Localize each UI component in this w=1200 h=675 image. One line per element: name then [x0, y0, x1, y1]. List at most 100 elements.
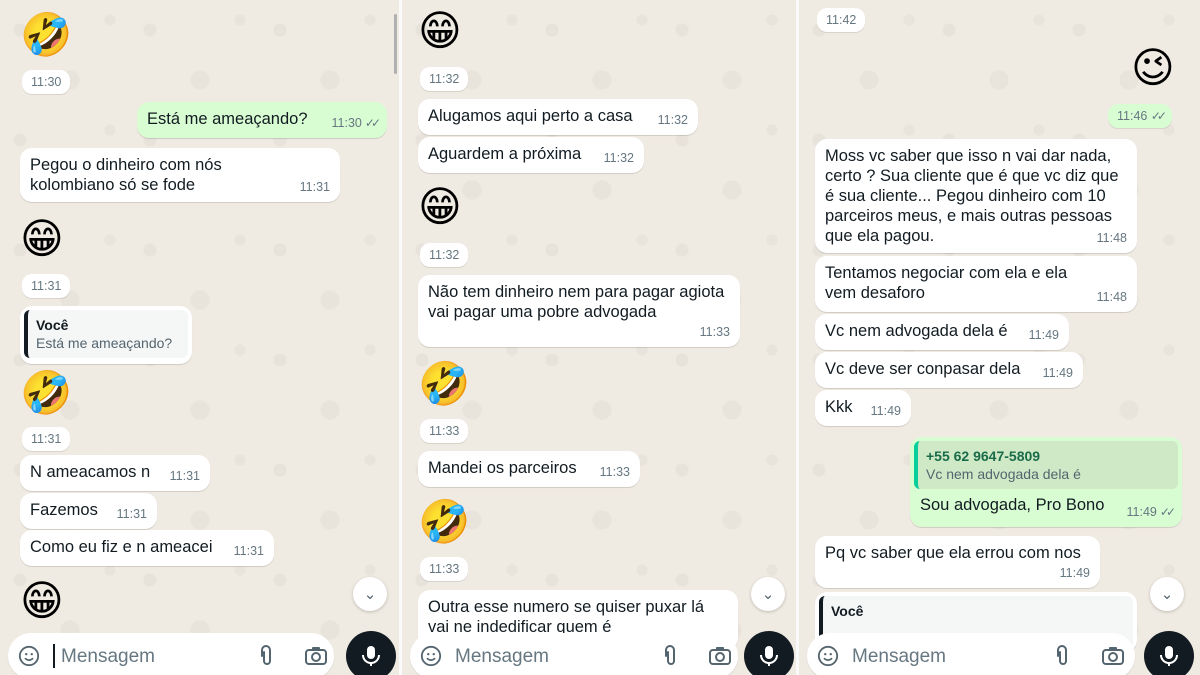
message-text: Mandei os parceiros [428, 459, 577, 477]
message-text: Kkk [825, 398, 853, 416]
message-text: Vc nem advogada dela é [825, 322, 1008, 340]
mic-icon [1160, 646, 1178, 666]
incoming-message[interactable]: Pegou o dinheiro com nós kolombiano só s… [20, 148, 340, 202]
incoming-message[interactable]: Tentamos negociar com ela e ela vem desa… [815, 256, 1137, 312]
message-text: Vc deve ser conpasar dela [825, 360, 1021, 378]
message-text: Outra esse numero se quiser puxar lá vai… [428, 598, 705, 636]
chevron-down-icon: ⌄ [363, 585, 377, 603]
mic-button[interactable] [744, 631, 794, 675]
message-time: 11:32 [657, 113, 688, 127]
chat-panel-1[interactable]: 🤣 11:30 Está me ameaçando? 11:30 ✓✓ Pegou… [0, 0, 399, 675]
message-time-text: 11:46 [1117, 109, 1148, 123]
grinning-emoji: 😁 [20, 214, 64, 263]
mic-button[interactable] [1144, 631, 1194, 675]
message-time: 11:30 [331, 116, 362, 130]
outgoing-reply-message[interactable]: +55 62 9647-5809 Vc nem advogada dela é … [910, 437, 1182, 527]
message-text: Fazemos [30, 501, 98, 519]
attach-icon[interactable] [254, 644, 278, 668]
incoming-message[interactable]: Aguardem a próxima 11:32 [418, 137, 644, 173]
message-time: 11:30 [22, 70, 71, 94]
message-time: 11:31 [116, 507, 147, 521]
camera-icon[interactable] [1101, 644, 1125, 668]
outgoing-message[interactable]: Está me ameaçando? 11:30 ✓✓ [137, 102, 387, 138]
camera-icon[interactable] [304, 644, 328, 668]
incoming-message[interactable]: Como eu fiz e n ameacei 11:31 [20, 530, 274, 566]
mic-icon [362, 646, 380, 666]
quote-text: Vc nem advogada dela é [926, 466, 1081, 482]
grinning-emoji: 😁 [418, 6, 462, 55]
message-time: 11:31 [299, 180, 330, 194]
message-composer[interactable]: Mensagem [807, 633, 1135, 675]
quote-text: Está me ameaçando? [36, 335, 173, 351]
message-text: Aguardem a próxima [428, 145, 582, 163]
chevron-down-icon: ⌄ [761, 585, 775, 603]
laughing-emoji: 🤣 [418, 497, 471, 546]
incoming-message[interactable]: Vc nem advogada dela é 11:49 [815, 314, 1069, 350]
attach-icon[interactable] [1050, 644, 1074, 668]
message-time: 11:49 [1059, 566, 1090, 580]
quote-author: Você [36, 317, 69, 333]
message-time: 11:32 [420, 67, 469, 91]
reply-quote-bubble[interactable]: Você Está me ameaçando? [20, 306, 192, 364]
mic-button[interactable] [346, 631, 396, 675]
message-text: Como eu fiz e n ameacei [30, 538, 213, 556]
text-cursor [53, 644, 55, 668]
message-time: 11:46 ✓✓ [1108, 104, 1172, 128]
incoming-message[interactable]: Fazemos 11:31 [20, 493, 157, 529]
quote-author: +55 62 9647-5809 [926, 448, 1041, 464]
chevron-down-icon: ⌄ [1160, 585, 1174, 603]
scroll-down-button[interactable]: ⌄ [1150, 577, 1184, 611]
message-text: Não tem dinheiro nem para pagar agiota v… [428, 283, 725, 321]
quote-author: Você [831, 603, 864, 619]
incoming-message[interactable]: Não tem dinheiro nem para pagar agiota v… [418, 275, 740, 347]
double-check-icon: ✓✓ [1150, 109, 1167, 123]
message-time: 11:31 [169, 469, 200, 483]
message-time: 11:49 [1028, 328, 1059, 342]
message-time: 11:31 [22, 274, 71, 298]
message-time: 11:31 [233, 544, 264, 558]
incoming-message[interactable]: Kkk 11:49 [815, 390, 911, 426]
message-time: 11:31 [22, 427, 71, 451]
message-input[interactable]: Mensagem [61, 646, 155, 668]
message-time: 11:48 [1096, 290, 1127, 304]
incoming-message[interactable]: Pq vc saber que ela errou com nos 11:49 [815, 536, 1100, 588]
message-composer[interactable]: Mensagem [8, 633, 334, 675]
sticker-icon[interactable] [18, 645, 40, 667]
scroll-down-button[interactable]: ⌄ [751, 577, 785, 611]
incoming-message[interactable]: Vc deve ser conpasar dela 11:49 [815, 352, 1083, 388]
message-text: Moss vc saber que isso n vai dar nada, c… [825, 147, 1119, 245]
quoted-message[interactable]: Você Está me ameaçando? [24, 310, 188, 358]
chat-panel-3[interactable]: 11:42 😉 11:46 ✓✓ Moss vc saber que isso … [799, 0, 1200, 675]
incoming-message[interactable]: Mandei os parceiros 11:33 [418, 451, 640, 487]
screenshot-collage: 🤣 11:30 Está me ameaçando? 11:30 ✓✓ Pegou… [0, 0, 1200, 675]
quoted-message[interactable]: +55 62 9647-5809 Vc nem advogada dela é [914, 441, 1178, 489]
incoming-message[interactable]: Moss vc saber que isso n vai dar nada, c… [815, 139, 1137, 253]
laughing-emoji: 🤣 [20, 368, 73, 417]
message-time: 11:32 [603, 151, 634, 165]
camera-icon[interactable] [708, 644, 732, 668]
message-text: Pegou o dinheiro com nós kolombiano só s… [30, 156, 222, 194]
incoming-message[interactable]: N ameacamos n 11:31 [20, 455, 210, 491]
message-time: 11:49 [1042, 366, 1073, 380]
message-time: 11:33 [699, 325, 730, 339]
sticker-icon[interactable] [817, 645, 839, 667]
message-composer[interactable]: Mensagem [410, 633, 738, 675]
message-time: 11:48 [1096, 231, 1127, 245]
message-input[interactable]: Mensagem [852, 646, 946, 668]
sticker-icon[interactable] [420, 645, 442, 667]
double-check-icon: ✓✓ [1159, 505, 1176, 519]
scroll-down-button[interactable]: ⌄ [353, 577, 387, 611]
chat-panel-2[interactable]: 😁 11:32 Alugamos aqui perto a casa 11:32… [402, 0, 796, 675]
grinning-emoji: 😁 [20, 576, 64, 625]
message-time: 11:32 [420, 243, 469, 267]
message-input[interactable]: Mensagem [455, 646, 549, 668]
message-time: 11:33 [420, 419, 469, 443]
attach-icon[interactable] [658, 644, 682, 668]
message-time: 11:49 [1126, 505, 1157, 519]
scrollbar-thumb[interactable] [394, 14, 397, 74]
incoming-message[interactable]: Alugamos aqui perto a casa 11:32 [418, 99, 698, 135]
message-time: 11:49 [870, 404, 901, 418]
message-time: 11:33 [599, 465, 630, 479]
message-text: Tentamos negociar com ela e ela vem desa… [825, 264, 1068, 302]
grinning-emoji: 😁 [418, 182, 462, 231]
